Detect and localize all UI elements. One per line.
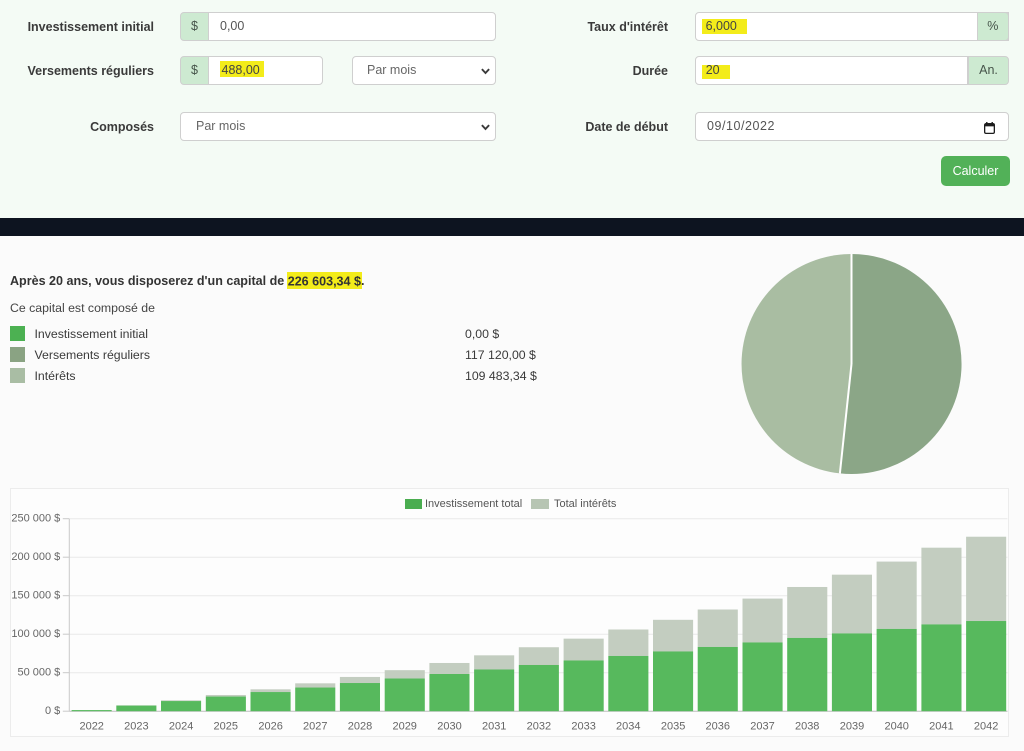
- svg-text:2024: 2024: [169, 721, 193, 733]
- svg-text:2027: 2027: [303, 721, 327, 733]
- svg-text:100 000 $: 100 000 $: [11, 628, 60, 640]
- svg-text:2022: 2022: [79, 721, 103, 733]
- svg-text:2023: 2023: [124, 721, 148, 733]
- svg-text:2031: 2031: [482, 721, 506, 733]
- svg-text:2025: 2025: [214, 721, 238, 733]
- svg-text:2033: 2033: [571, 721, 595, 733]
- svg-text:2040: 2040: [884, 721, 908, 733]
- svg-text:2037: 2037: [750, 721, 774, 733]
- svg-text:250 000 $: 250 000 $: [11, 513, 60, 525]
- svg-text:2030: 2030: [437, 721, 461, 733]
- svg-text:200 000 $: 200 000 $: [11, 551, 60, 563]
- svg-text:2026: 2026: [258, 721, 282, 733]
- svg-text:2041: 2041: [929, 721, 953, 733]
- svg-text:2028: 2028: [348, 721, 372, 733]
- svg-text:2029: 2029: [392, 721, 416, 733]
- svg-text:2038: 2038: [795, 721, 819, 733]
- svg-text:2036: 2036: [706, 721, 730, 733]
- svg-text:2042: 2042: [974, 721, 998, 733]
- svg-text:2034: 2034: [616, 721, 640, 733]
- svg-text:50 000 $: 50 000 $: [17, 667, 60, 679]
- svg-text:2032: 2032: [527, 721, 551, 733]
- svg-text:2039: 2039: [840, 721, 864, 733]
- svg-text:0 $: 0 $: [45, 705, 60, 717]
- svg-text:150 000 $: 150 000 $: [11, 590, 60, 602]
- svg-text:2035: 2035: [661, 721, 685, 733]
